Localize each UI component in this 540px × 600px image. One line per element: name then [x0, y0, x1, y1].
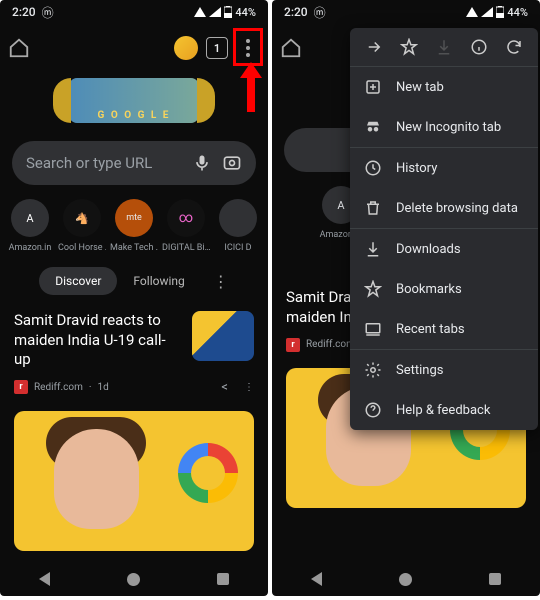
m-icon: ⓜ: [42, 4, 54, 21]
home-icon[interactable]: [8, 37, 30, 59]
system-nav-bar: [0, 562, 268, 596]
shortcut-item[interactable]: 🐴Cool Horse …: [58, 199, 106, 253]
refresh-icon[interactable]: [505, 38, 523, 56]
lens-icon[interactable]: [222, 153, 242, 173]
signal-icon: [209, 7, 221, 17]
google-doodle[interactable]: G O O G L E: [0, 72, 268, 133]
gear-icon: [364, 361, 382, 379]
wifi-icon: [194, 7, 206, 17]
m-icon: ⓜ: [314, 4, 326, 21]
menu-settings[interactable]: Settings: [350, 350, 538, 390]
shortcut-item[interactable]: ∞DIGITAL Bi…: [162, 199, 210, 253]
feed-options-icon[interactable]: ⋮: [213, 272, 229, 291]
menu-recent-tabs[interactable]: Recent tabs: [350, 309, 538, 349]
info-icon[interactable]: [470, 38, 488, 56]
battery-icon: [224, 6, 232, 18]
nav-back-icon[interactable]: [311, 572, 322, 586]
feed-tabs: Discover Following ⋮: [0, 267, 268, 295]
status-bar: 2:20 ⓜ 44%: [272, 0, 540, 24]
article-card[interactable]: Samit Dravid reacts tomaiden India U-19 …: [0, 305, 268, 376]
menu-delete-data[interactable]: Delete browsing data: [350, 188, 538, 228]
forward-icon[interactable]: [365, 38, 383, 56]
nav-home-icon[interactable]: [399, 573, 412, 586]
annotation-highlight-box: [233, 28, 263, 66]
article-meta: r Rediff.com·1d < ⋮: [0, 376, 268, 405]
shortcut-item[interactable]: ICICI D: [214, 199, 262, 253]
system-nav-bar: [272, 562, 540, 596]
battery-pct: 44%: [507, 6, 528, 19]
nav-back-icon[interactable]: [39, 572, 50, 586]
nav-recent-icon[interactable]: [489, 573, 501, 585]
article-image[interactable]: [14, 411, 254, 551]
overflow-menu: New tab New Incognito tab History Delete…: [350, 28, 538, 430]
shortcut-item[interactable]: AAmazon.in: [6, 199, 54, 253]
menu-downloads[interactable]: Downloads: [350, 229, 538, 269]
article-thumbnail: [192, 311, 254, 361]
menu-new-tab[interactable]: New tab: [350, 67, 538, 107]
share-icon[interactable]: <: [221, 380, 228, 395]
annotation-arrow-up: [240, 62, 262, 112]
battery-pct: 44%: [235, 6, 256, 19]
search-bar[interactable]: Search or type URL: [12, 141, 256, 185]
menu-bookmarks[interactable]: Bookmarks: [350, 269, 538, 309]
nav-home-icon[interactable]: [127, 573, 140, 586]
clock: 2:20: [284, 5, 308, 19]
nav-recent-icon[interactable]: [217, 573, 229, 585]
menu-incognito[interactable]: New Incognito tab: [350, 107, 538, 147]
clock: 2:20: [12, 5, 36, 19]
menu-help[interactable]: Help & feedback: [350, 390, 538, 430]
mic-icon[interactable]: [192, 153, 212, 173]
article-more-icon[interactable]: ⋮: [244, 382, 254, 393]
menu-history[interactable]: History: [350, 148, 538, 188]
source-icon: r: [286, 338, 300, 352]
tab-following[interactable]: Following: [117, 267, 200, 295]
source-icon: r: [14, 380, 28, 394]
tab-count[interactable]: 1: [206, 37, 228, 59]
tab-discover[interactable]: Discover: [39, 267, 117, 295]
more-menu-button[interactable]: [236, 32, 260, 64]
profile-avatar[interactable]: [174, 36, 198, 60]
shortcut-item[interactable]: mteMake Tech …: [110, 199, 158, 253]
signal-icon: [481, 7, 493, 17]
search-placeholder: Search or type URL: [26, 154, 182, 172]
battery-icon: [496, 6, 504, 18]
status-bar: 2:20 ⓜ 44%: [0, 0, 268, 24]
home-icon[interactable]: [280, 37, 302, 59]
download-icon: [435, 38, 453, 56]
browser-toolbar: 1: [0, 24, 268, 72]
shortcut-grid: AAmazon.in 🐴Cool Horse … mteMake Tech … …: [4, 199, 264, 253]
wifi-icon: [466, 7, 478, 17]
star-icon[interactable]: [400, 38, 418, 56]
